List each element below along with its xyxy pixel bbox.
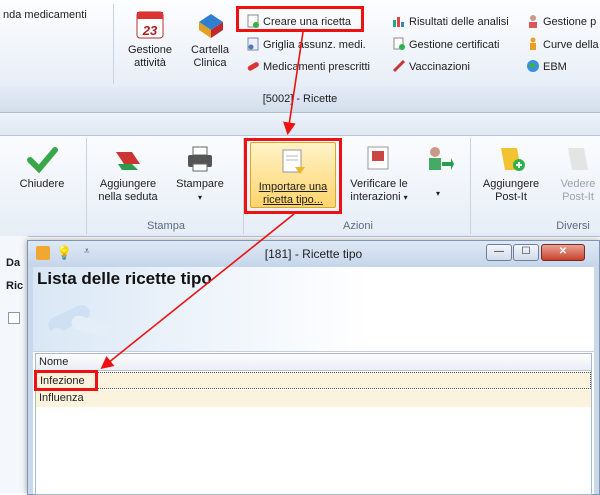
dropdown-arrow-icon: ▾ (197, 193, 202, 202)
checkmark-icon (26, 144, 58, 174)
vaccinazioni-button[interactable]: Vaccinazioni (392, 58, 470, 76)
vedere-postit-label: Vedere Post-It (560, 178, 596, 203)
side-label-data: Da (6, 257, 21, 269)
side-checkbox[interactable] (8, 312, 20, 324)
add-to-session-icon (112, 144, 144, 174)
close-button[interactable]: ✕ (541, 244, 585, 261)
curve-button[interactable]: Curve della (526, 36, 599, 54)
gestione-attivita-button[interactable]: 23 Gestione attività (124, 8, 176, 70)
pills-banner-image (41, 297, 121, 347)
close-icon: ✕ (558, 246, 568, 257)
ricette-tipo-grid: Nome Infezione Influenza (34, 353, 592, 495)
table-row[interactable]: Infezione (36, 372, 591, 389)
chart-icon (392, 14, 406, 28)
aggiungere-postit-button[interactable]: Aggiungere Post-It (478, 144, 544, 204)
verificare-interazioni-button[interactable]: Verificare le interazioni ▾ (344, 144, 414, 204)
risultati-analisi-label: Risultati delle analisi (409, 16, 509, 28)
verificare-label: Verificare le interazioni (350, 178, 408, 203)
gestione-attivita-label: Gestione attività (127, 44, 173, 69)
dialog-heading: Lista delle ricette tipo (37, 269, 212, 288)
window-title-bar: [5002] - Ricette (0, 86, 600, 113)
folder-clinic-icon (195, 8, 225, 40)
vaccinazioni-label: Vaccinazioni (409, 61, 470, 73)
aggiungere-seduta-button[interactable]: Aggiungere nella seduta (92, 144, 164, 204)
certificate-icon (392, 37, 406, 51)
calendar-icon: 23 (135, 8, 165, 40)
side-label-ricetta: Ric (6, 280, 24, 292)
form-side-strip: Da Ric (0, 236, 28, 493)
maximize-button[interactable]: ☐ (513, 244, 539, 261)
window-title: [5002] - Ricette (262, 93, 338, 105)
dropdown-arrow-icon: ▾ (435, 189, 440, 198)
pill-icon (246, 59, 260, 73)
table-row[interactable]: Influenza (36, 390, 591, 407)
more-actions-button[interactable]: ▾ (418, 144, 458, 200)
risultati-analisi-button[interactable]: Risultati delle analisi (392, 13, 509, 31)
chiudere-label: Chiudere (19, 178, 65, 190)
person-icon (526, 14, 540, 28)
main-ribbon: nda medicamenti 23 Gestione attività Car… (0, 0, 600, 87)
dropdown-arrow-icon: ▾ (403, 193, 408, 202)
globe-icon (526, 59, 540, 73)
dialog-body: Lista delle ricette tipo Nome Infezione … (33, 267, 594, 495)
ricette-ribbon: Chiudere Aggiungere nella seduta Stampar… (0, 136, 600, 237)
curve-label: Curve della (543, 39, 599, 51)
ebm-button[interactable]: EBM (526, 58, 567, 76)
cartella-clinica-button[interactable]: Cartella Clinica (184, 8, 236, 70)
medicamenti-prescritti-label: Medicamenti prescritti (263, 61, 370, 73)
medicamenti-prescritti-button[interactable]: Medicamenti prescritti (246, 58, 370, 76)
postit-view-icon (562, 144, 594, 174)
dialog-title-bar: 💡 ⩡ [181] - Ricette tipo — ☐ ✕ (28, 241, 599, 267)
gestione-certificati-button[interactable]: Gestione certificati (392, 36, 499, 54)
minimize-icon: — (494, 246, 504, 257)
aggiungere-seduta-label: Aggiungere nella seduta (98, 178, 158, 203)
gestione-certificati-label: Gestione certificati (409, 39, 500, 51)
interaction-check-icon (363, 144, 395, 174)
figure-icon (526, 37, 540, 51)
medicamenti-button[interactable]: nda medicamenti (3, 6, 87, 24)
highlight-creare-ricetta (236, 6, 364, 32)
group-diversi-label: Diversi (556, 220, 590, 232)
griglia-button[interactable]: Griglia assunz. medi. (246, 36, 366, 54)
dialog-header-banner: Lista delle ricette tipo (33, 267, 594, 352)
person-arrow-icon (422, 144, 454, 174)
griglia-label: Griglia assunz. medi. (263, 39, 366, 51)
calendar-number: 23 (142, 23, 158, 38)
toolbar-strip (0, 113, 600, 136)
minimize-button[interactable]: — (486, 244, 512, 261)
highlight-importare (244, 138, 342, 214)
postit-add-icon (495, 144, 527, 174)
column-header-nome[interactable]: Nome (36, 354, 591, 371)
column-header-label: Nome (39, 356, 69, 368)
highlight-infezione (34, 370, 98, 391)
stampare-label: Stampare (176, 178, 224, 190)
ricette-tipo-dialog: 💡 ⩡ [181] - Ricette tipo — ☐ ✕ Lista del… (27, 240, 600, 495)
grid-icon (246, 37, 260, 51)
row-cell-nome: Influenza (39, 392, 84, 404)
vedere-postit-button[interactable]: Vedere Post-It (552, 144, 600, 204)
ebm-label: EBM (543, 61, 567, 73)
group-stampa-label: Stampa (147, 220, 185, 232)
medicamenti-label: nda medicamenti (3, 9, 87, 21)
maximize-icon: ☐ (521, 246, 531, 257)
chiudere-button[interactable]: Chiudere (12, 144, 72, 191)
stampare-button[interactable]: Stampare ▾ (168, 144, 232, 204)
aggiungere-postit-label: Aggiungere Post-It (482, 178, 540, 203)
group-azioni-label: Azioni (343, 220, 373, 232)
gestione-p-button[interactable]: Gestione p (526, 13, 596, 31)
syringe-icon (392, 59, 406, 73)
printer-icon (184, 144, 216, 174)
gestione-p-label: Gestione p (543, 16, 597, 28)
cartella-clinica-label: Cartella Clinica (191, 44, 229, 69)
